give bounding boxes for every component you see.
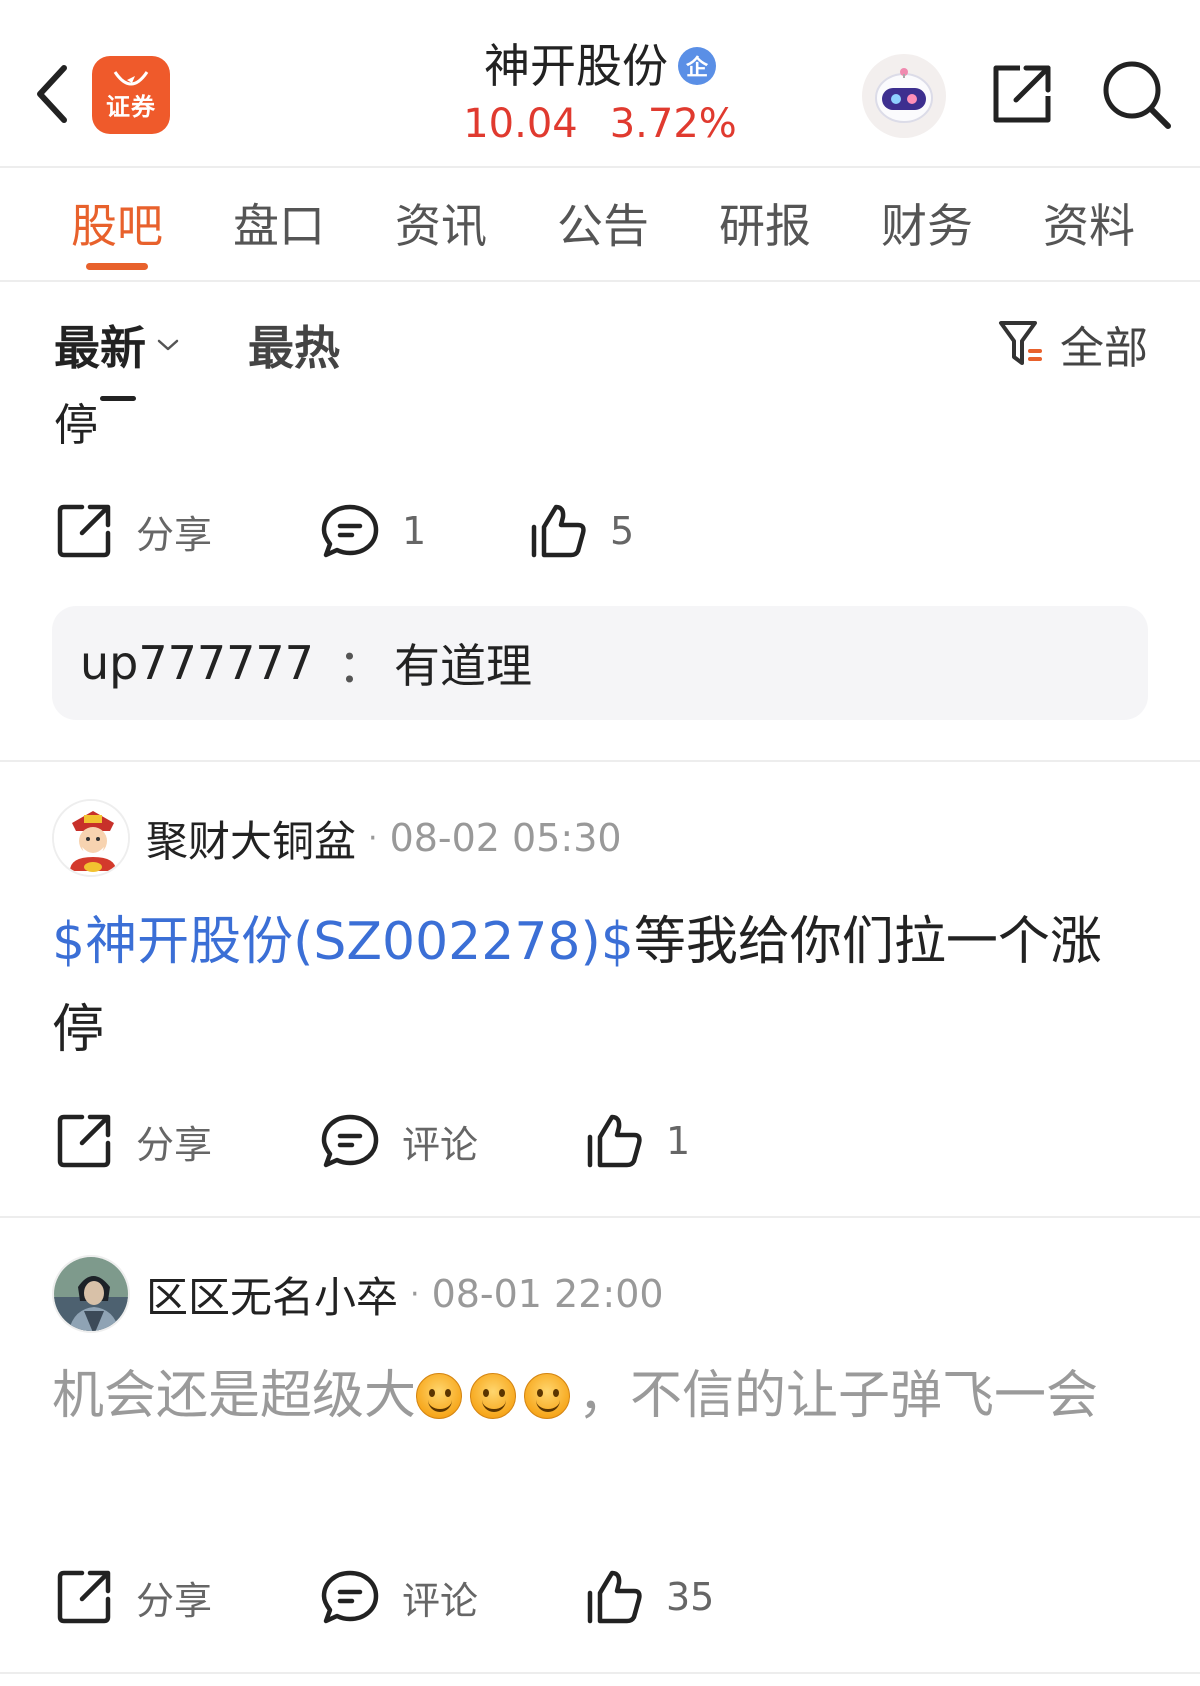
share-label: 分享 xyxy=(136,1578,213,1623)
robot-icon xyxy=(875,68,933,123)
comment-count: 1 xyxy=(402,509,427,553)
share-action[interactable]: 分享 xyxy=(54,1106,212,1176)
comment-action[interactable]: 评论 xyxy=(320,1562,478,1632)
avatar[interactable] xyxy=(52,799,130,877)
post-time: 08-01 22:00 xyxy=(431,1272,664,1316)
fortune-god-avatar-icon xyxy=(54,801,128,875)
post-author[interactable]: 区区无名小卒 · 08-01 22:00 xyxy=(52,1254,664,1334)
stock-mention-link[interactable]: $神开股份(SZ002278)$ xyxy=(52,912,634,972)
tab-news[interactable]: 资讯 xyxy=(360,170,522,280)
post-actions: 分享 评论 1 xyxy=(54,1106,1154,1176)
post-body[interactable]: 机会还是超级大 ，不信的让子弹飞一会 xyxy=(52,1352,1152,1440)
share-icon xyxy=(57,1114,111,1168)
stock-name: 神开股份 xyxy=(484,39,668,93)
share-action[interactable]: 分享 xyxy=(54,1562,212,1632)
post-time: 08-02 05:30 xyxy=(389,816,622,860)
post-author[interactable]: 聚财大铜盆 · 08-02 05:30 xyxy=(52,798,622,878)
post-body-truncated[interactable]: 停 xyxy=(54,402,98,450)
smile-emoji-icon xyxy=(524,1373,571,1419)
tab-announcements[interactable]: 公告 xyxy=(522,170,684,280)
like-count: 5 xyxy=(610,509,635,553)
post-divider xyxy=(0,1216,1200,1218)
stock-tabs: 股吧 盘口 资讯 公告 研报 财务 资料 xyxy=(0,170,1200,282)
comment-action[interactable]: 1 xyxy=(320,496,426,566)
post-actions: 分享 评论 35 xyxy=(54,1562,1154,1632)
thumbs-up-icon xyxy=(531,504,586,558)
comment-label: 评论 xyxy=(402,1122,479,1167)
stock-title: 神开股份 企 10.04 3.72% xyxy=(340,36,860,150)
meta-dot: · xyxy=(410,1276,420,1312)
share-icon xyxy=(57,1570,111,1624)
share-external-icon xyxy=(993,65,1051,123)
meta-dot: · xyxy=(368,820,378,856)
like-count: 1 xyxy=(666,1119,691,1163)
search-button[interactable] xyxy=(1098,56,1174,132)
post-divider xyxy=(0,760,1200,762)
tab-profile[interactable]: 资料 xyxy=(1008,170,1170,280)
post-text-continued: ，不信的让子弹飞一会 xyxy=(578,1366,1099,1426)
reply-preview[interactable]: up777777 ： 有道理 xyxy=(52,606,1148,720)
ai-assistant-button[interactable] xyxy=(862,54,946,138)
tab-finance[interactable]: 财务 xyxy=(846,170,1008,280)
app-logo-text: 证券 xyxy=(106,93,156,121)
chevron-left-icon xyxy=(37,65,67,123)
author-name[interactable]: 区区无名小卒 xyxy=(146,1264,398,1325)
filter-icon xyxy=(999,321,1042,365)
smile-emoji-icon xyxy=(470,1373,517,1419)
reply-username[interactable]: up777777 xyxy=(80,636,314,690)
back-button[interactable] xyxy=(22,56,82,132)
thumbs-up-icon xyxy=(587,1114,642,1168)
warrior-avatar-icon xyxy=(54,1257,128,1331)
filter-all-label: 全部 xyxy=(1060,323,1148,374)
sort-latest-label: 最新 xyxy=(54,321,146,375)
comment-icon xyxy=(321,1114,379,1168)
sort-filter-bar: 最新 最热 全部 xyxy=(0,284,1200,402)
comment-icon xyxy=(321,504,379,558)
comment-icon xyxy=(321,1570,379,1624)
smile-emoji-icon xyxy=(416,1373,463,1419)
sort-hot-button[interactable]: 最热 xyxy=(248,312,340,378)
search-icon xyxy=(1103,61,1171,129)
post-body[interactable]: $神开股份(SZ002278)$等我给你们拉一个涨停 xyxy=(52,898,1152,1074)
share-label: 分享 xyxy=(136,1122,213,1167)
sort-active-indicator xyxy=(100,396,136,401)
reply-separator: ： xyxy=(337,639,384,693)
tab-research[interactable]: 研报 xyxy=(684,170,846,280)
like-action[interactable]: 5 xyxy=(528,496,634,566)
share-page-button[interactable] xyxy=(986,58,1058,130)
like-count: 35 xyxy=(666,1575,715,1619)
price-line: 10.04 3.72% xyxy=(340,98,860,150)
share-action[interactable]: 分享 xyxy=(54,496,212,566)
stock-price: 10.04 xyxy=(463,101,578,147)
filter-all-button[interactable]: 全部 xyxy=(998,312,1148,376)
like-action[interactable]: 35 xyxy=(584,1562,714,1632)
post-divider xyxy=(0,1672,1200,1674)
reply-text: 有道理 xyxy=(393,639,532,693)
tab-guba[interactable]: 股吧 xyxy=(36,170,198,280)
post-text: 机会还是超级大 xyxy=(52,1366,417,1426)
comment-label: 评论 xyxy=(402,1578,479,1623)
like-action[interactable]: 1 xyxy=(584,1106,690,1176)
top-bar: 证券 神开股份 企 10.04 3.72% xyxy=(0,0,1200,168)
post-actions: 分享 1 5 xyxy=(54,496,1154,566)
share-label: 分享 xyxy=(136,512,213,557)
sort-latest-dropdown[interactable]: 最新 xyxy=(54,312,180,378)
author-name[interactable]: 聚财大铜盆 xyxy=(146,808,356,869)
tab-pankou[interactable]: 盘口 xyxy=(198,170,360,280)
avatar[interactable] xyxy=(52,1255,130,1333)
app-logo[interactable]: 证券 xyxy=(92,56,170,134)
thumbs-up-icon xyxy=(587,1570,642,1624)
enterprise-verified-badge: 企 xyxy=(678,47,716,85)
share-icon xyxy=(57,504,111,558)
chevron-down-icon xyxy=(157,339,179,351)
logo-mark-icon xyxy=(113,71,149,86)
comment-action[interactable]: 评论 xyxy=(320,1106,478,1176)
stock-change-pct: 3.72% xyxy=(609,101,737,147)
